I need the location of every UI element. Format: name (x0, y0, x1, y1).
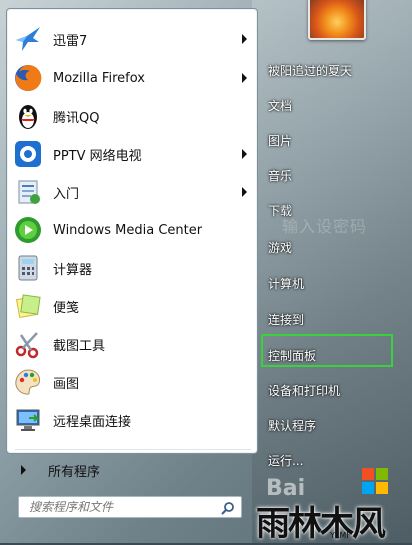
program-item-calculator[interactable]: 计算器 (9, 250, 255, 286)
start-search-box[interactable] (18, 496, 242, 518)
user-avatar-picture[interactable] (308, 0, 366, 40)
program-item-media-center[interactable]: Windows Media Center (9, 212, 255, 248)
program-label: PPTV 网络电视 (53, 148, 142, 164)
program-item-remote-desktop[interactable]: 远程桌面连接 (9, 402, 255, 438)
firefox-icon (11, 61, 45, 95)
program-label: 画图 (53, 376, 80, 392)
qq-penguin-icon (11, 99, 45, 133)
all-programs-label: 所有程序 (48, 464, 101, 480)
expand-arrow-icon (21, 465, 26, 475)
program-label: 腾讯QQ (53, 110, 100, 126)
right-item-computer[interactable]: 计算机 (268, 275, 304, 292)
program-item-qq[interactable]: 腾讯QQ (9, 98, 255, 134)
program-item-firefox[interactable]: Mozilla Firefox (9, 60, 255, 96)
ylmf-brand-logo: 雨林木风 (256, 504, 386, 544)
right-item-user-folder[interactable]: 被阳追过的夏天 (268, 62, 352, 79)
program-item-sticky-notes[interactable]: 便笺 (9, 288, 255, 324)
windows-media-center-icon (11, 213, 45, 247)
right-item-music[interactable]: 音乐 (268, 167, 292, 184)
search-input[interactable] (27, 499, 221, 515)
xunlei-bird-icon (11, 22, 45, 56)
right-item-downloads[interactable]: 下载 (268, 202, 292, 219)
program-label: 入门 (53, 186, 80, 202)
scissors-icon (11, 327, 45, 361)
program-label: 迅雷7 (53, 33, 88, 49)
right-item-default-programs[interactable]: 默认程序 (268, 417, 316, 434)
program-item-getting-started[interactable]: 入门 (9, 174, 255, 210)
remote-desktop-icon (11, 403, 45, 437)
program-label: 远程桌面连接 (53, 414, 132, 430)
right-item-games[interactable]: 游戏 (268, 239, 292, 256)
right-item-devices-printers[interactable]: 设备和打印机 (268, 382, 340, 399)
start-menu-programs-panel: 迅雷7 Mozilla Firefox 腾讯QQ PPTV 网络电视 入门 Wi (6, 8, 258, 480)
all-programs-button[interactable]: 所有程序 (9, 458, 255, 482)
control-panel-highlight-box (261, 334, 393, 367)
ylmf-brand-subtitle: YLMF (330, 531, 351, 540)
right-item-documents[interactable]: 文档 (268, 97, 292, 114)
calculator-icon (11, 251, 45, 285)
search-icon[interactable] (221, 500, 235, 519)
program-label: 截图工具 (53, 338, 106, 354)
right-item-pictures[interactable]: 图片 (268, 132, 292, 149)
program-item-paint[interactable]: 画图 (9, 364, 255, 400)
right-item-connect-to[interactable]: 连接到 (268, 311, 304, 328)
program-item-xunlei[interactable]: 迅雷7 (9, 21, 255, 57)
submenu-arrow-icon[interactable] (242, 34, 247, 44)
pptv-icon (11, 137, 45, 171)
menu-divider (15, 449, 251, 450)
submenu-arrow-icon[interactable] (242, 149, 247, 159)
program-label: 便笺 (53, 300, 80, 316)
program-item-pptv[interactable]: PPTV 网络电视 (9, 136, 255, 172)
submenu-arrow-icon[interactable] (242, 73, 247, 83)
windows-logo-icon (362, 468, 388, 494)
right-item-run[interactable]: 运行... (268, 452, 303, 469)
getting-started-icon (11, 175, 45, 209)
program-label: Mozilla Firefox (53, 70, 145, 86)
paint-palette-icon (11, 365, 45, 399)
program-label: 计算器 (53, 262, 93, 278)
background-watermark-text: 输入设密码 (282, 217, 368, 236)
program-label: Windows Media Center (53, 222, 203, 238)
sticky-notes-icon (11, 289, 45, 323)
program-item-snipping-tool[interactable]: 截图工具 (9, 326, 255, 362)
submenu-arrow-icon[interactable] (242, 187, 247, 197)
